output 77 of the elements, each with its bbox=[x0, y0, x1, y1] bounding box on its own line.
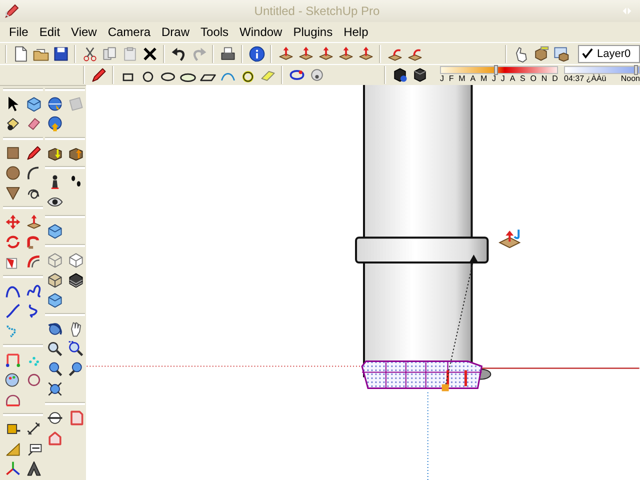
cube-icon[interactable] bbox=[411, 66, 429, 84]
push-pull-icon[interactable] bbox=[25, 213, 43, 231]
eraser-icon[interactable] bbox=[25, 115, 43, 133]
triangle-icon[interactable] bbox=[4, 184, 22, 202]
time-label: 04:37 ¿ÀÀü bbox=[564, 74, 606, 84]
square-icon[interactable] bbox=[4, 144, 22, 162]
month-label: J bbox=[500, 74, 505, 84]
menu-item[interactable]: Window bbox=[234, 24, 288, 40]
frame-icon[interactable] bbox=[4, 351, 22, 369]
month-label: J bbox=[492, 74, 496, 84]
magnifier-cross-icon[interactable] bbox=[46, 380, 64, 398]
slope-curve-icon[interactable] bbox=[4, 302, 22, 320]
section-icon[interactable] bbox=[46, 409, 64, 427]
pencil-logo-icon bbox=[4, 3, 20, 19]
arrow-point-icon bbox=[468, 254, 479, 264]
menu-item[interactable]: Help bbox=[338, 24, 374, 40]
layer-name: Layer0 bbox=[597, 48, 631, 60]
box-arrow-icon[interactable] bbox=[337, 44, 355, 62]
solid-cube-icon[interactable] bbox=[67, 251, 85, 269]
month-label: M bbox=[480, 74, 488, 84]
month-label: O bbox=[530, 74, 537, 84]
layer-dropdown[interactable]: Layer0 bbox=[578, 44, 640, 62]
box-arrow-icon[interactable] bbox=[277, 44, 295, 62]
shaded-cube-icon[interactable] bbox=[25, 95, 43, 113]
menu-item[interactable]: Camera bbox=[102, 24, 156, 40]
move-icon[interactable] bbox=[4, 213, 22, 231]
3d-shape-icon[interactable] bbox=[25, 460, 43, 478]
axes-icon[interactable] bbox=[4, 460, 22, 478]
month-label: F bbox=[448, 74, 454, 84]
wave-icon[interactable] bbox=[25, 282, 43, 300]
month-label: A bbox=[510, 74, 516, 84]
globe-icon[interactable] bbox=[46, 95, 64, 113]
month-label: S bbox=[520, 74, 526, 84]
printer-icon[interactable] bbox=[219, 44, 237, 62]
magnifier-back-icon[interactable] bbox=[67, 360, 85, 378]
menu-item[interactable]: View bbox=[66, 24, 102, 40]
window-box-icon[interactable] bbox=[552, 44, 570, 62]
month-label: D bbox=[552, 74, 558, 84]
time-slider-thumb[interactable] bbox=[634, 65, 638, 75]
magnifier-icon[interactable] bbox=[46, 340, 64, 358]
box-arrow-icon[interactable] bbox=[317, 44, 335, 62]
date-slider-thumb[interactable] bbox=[494, 65, 498, 75]
month-label: N bbox=[541, 74, 548, 84]
paint-bucket-icon[interactable] bbox=[4, 115, 22, 133]
scissors-icon[interactable] bbox=[81, 44, 99, 62]
striped-cube-icon[interactable] bbox=[67, 271, 85, 289]
palette-icon[interactable] bbox=[4, 371, 22, 389]
box-arrow-icon[interactable] bbox=[297, 44, 315, 62]
dimension-icon[interactable] bbox=[25, 420, 43, 438]
shaded-cube-icon[interactable] bbox=[46, 222, 64, 240]
move-cursor-icon bbox=[498, 230, 521, 248]
noon-label: Noon bbox=[620, 74, 640, 84]
month-label: A bbox=[470, 74, 476, 84]
magnifier-window-icon[interactable] bbox=[67, 340, 85, 358]
menu-item[interactable]: Draw bbox=[156, 24, 195, 40]
magnifier-arrows-icon[interactable] bbox=[46, 360, 64, 378]
circle-outline-icon[interactable] bbox=[25, 371, 43, 389]
filled-circle-icon[interactable] bbox=[4, 164, 22, 182]
pencil-icon[interactable] bbox=[25, 144, 43, 162]
rotate-icon[interactable] bbox=[4, 233, 22, 251]
orbit-icon[interactable] bbox=[46, 320, 64, 338]
window-title: Untitled - SketchUp Pro bbox=[253, 4, 381, 18]
textured-cube-icon[interactable] bbox=[46, 271, 64, 289]
protractor-icon[interactable] bbox=[4, 440, 22, 458]
box-icon[interactable] bbox=[532, 44, 550, 62]
month-label: J bbox=[440, 74, 444, 84]
menu-item[interactable]: Tools bbox=[196, 24, 234, 40]
menu-item[interactable]: File bbox=[4, 24, 34, 40]
cube-info-icon[interactable] bbox=[391, 66, 409, 84]
info-icon[interactable] bbox=[248, 44, 266, 62]
box-arrow-icon[interactable] bbox=[357, 44, 375, 62]
menu-item[interactable]: Plugins bbox=[288, 24, 338, 40]
month-label: M bbox=[458, 74, 466, 84]
page-icon[interactable] bbox=[12, 44, 30, 62]
menu-item[interactable]: Edit bbox=[34, 24, 66, 40]
arrows-icon bbox=[622, 7, 632, 15]
shaded-cube-icon[interactable] bbox=[46, 291, 64, 309]
